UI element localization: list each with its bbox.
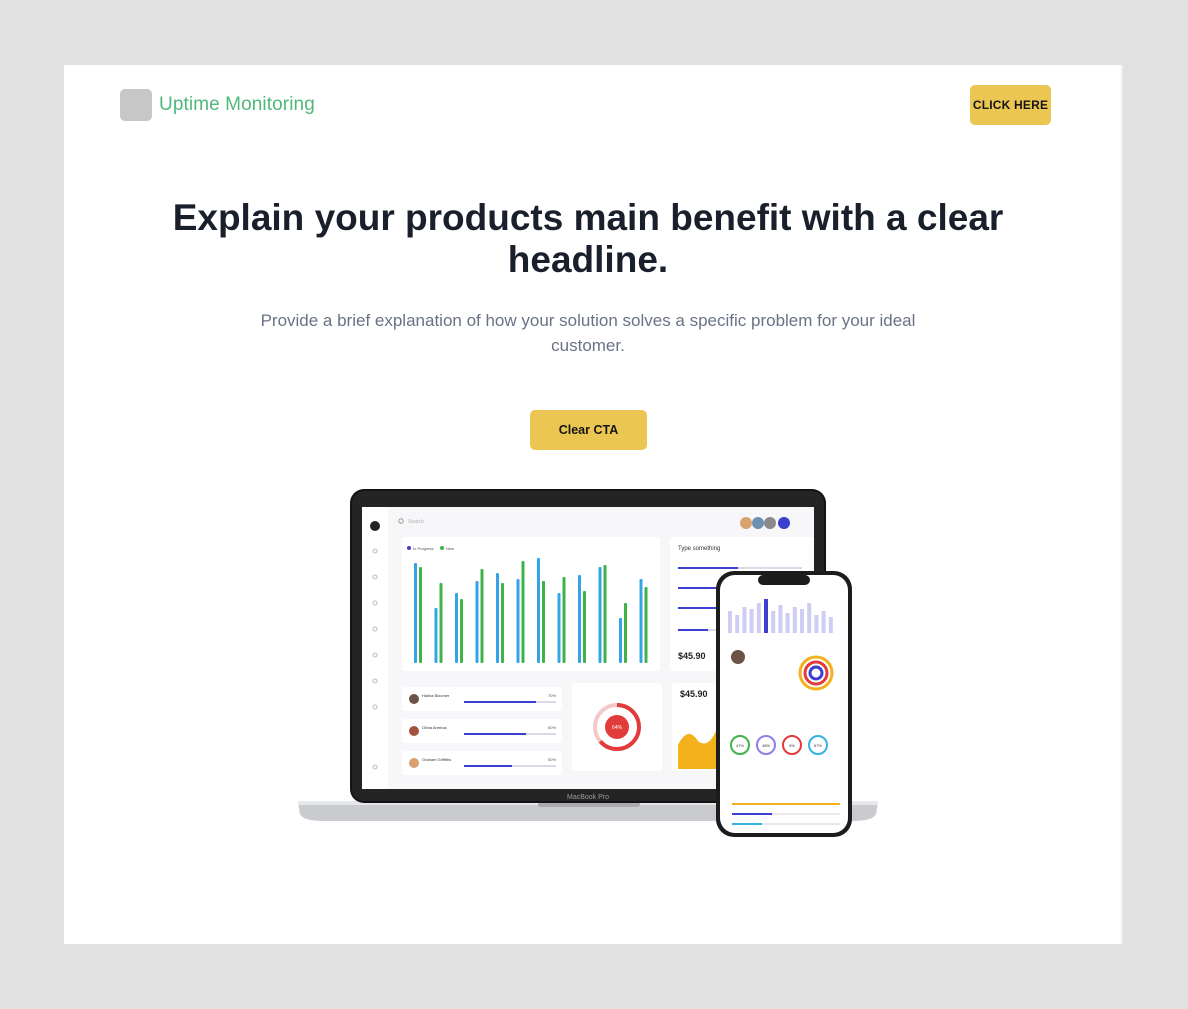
svg-text:64%: 64% (612, 725, 623, 731)
logo-placeholder-icon (120, 89, 152, 121)
svg-text:50%: 50% (548, 757, 556, 762)
mockup-people-list: Halina Bloomer 70% Olivia Armbus 60% Graham … (402, 687, 562, 775)
svg-text:$45.90: $45.90 (680, 689, 708, 699)
svg-text:67%: 67% (814, 743, 822, 748)
mockup-search: Search (408, 519, 424, 525)
svg-text:Halina Bloomer: Halina Bloomer (422, 693, 450, 698)
svg-text:9%: 9% (789, 743, 795, 748)
top-nav: Uptime Monitoring CLICK HERE (64, 65, 1121, 145)
brand-logo[interactable]: Uptime Monitoring (120, 89, 315, 121)
landing-page: Uptime Monitoring CLICK HERE Explain you… (64, 65, 1123, 944)
svg-text:48%: 48% (762, 743, 770, 748)
svg-text:Type something: Type something (678, 546, 720, 552)
svg-text:In Progress: In Progress (413, 546, 433, 551)
svg-text:47%: 47% (736, 743, 744, 748)
hero-cta-button[interactable]: Clear CTA (530, 410, 647, 450)
header-cta-button[interactable]: CLICK HERE (970, 85, 1051, 125)
svg-text:New: New (446, 546, 454, 551)
brand-name: Uptime Monitoring (159, 94, 315, 115)
laptop-label: MacBook Pro (567, 794, 609, 801)
svg-text:70%: 70% (548, 693, 556, 698)
hero-headline: Explain your products main benefit with … (172, 197, 1004, 280)
hero-subheadline: Provide a brief explanation of how your … (260, 311, 916, 355)
svg-text:Olivia Armbus: Olivia Armbus (422, 725, 447, 730)
device-mockup-image: MacBook Pro Search In Progress New Type … (298, 489, 878, 837)
svg-text:$45.90: $45.90 (678, 651, 706, 661)
svg-text:Graham Griffiths: Graham Griffiths (422, 757, 451, 762)
svg-text:60%: 60% (548, 725, 556, 730)
